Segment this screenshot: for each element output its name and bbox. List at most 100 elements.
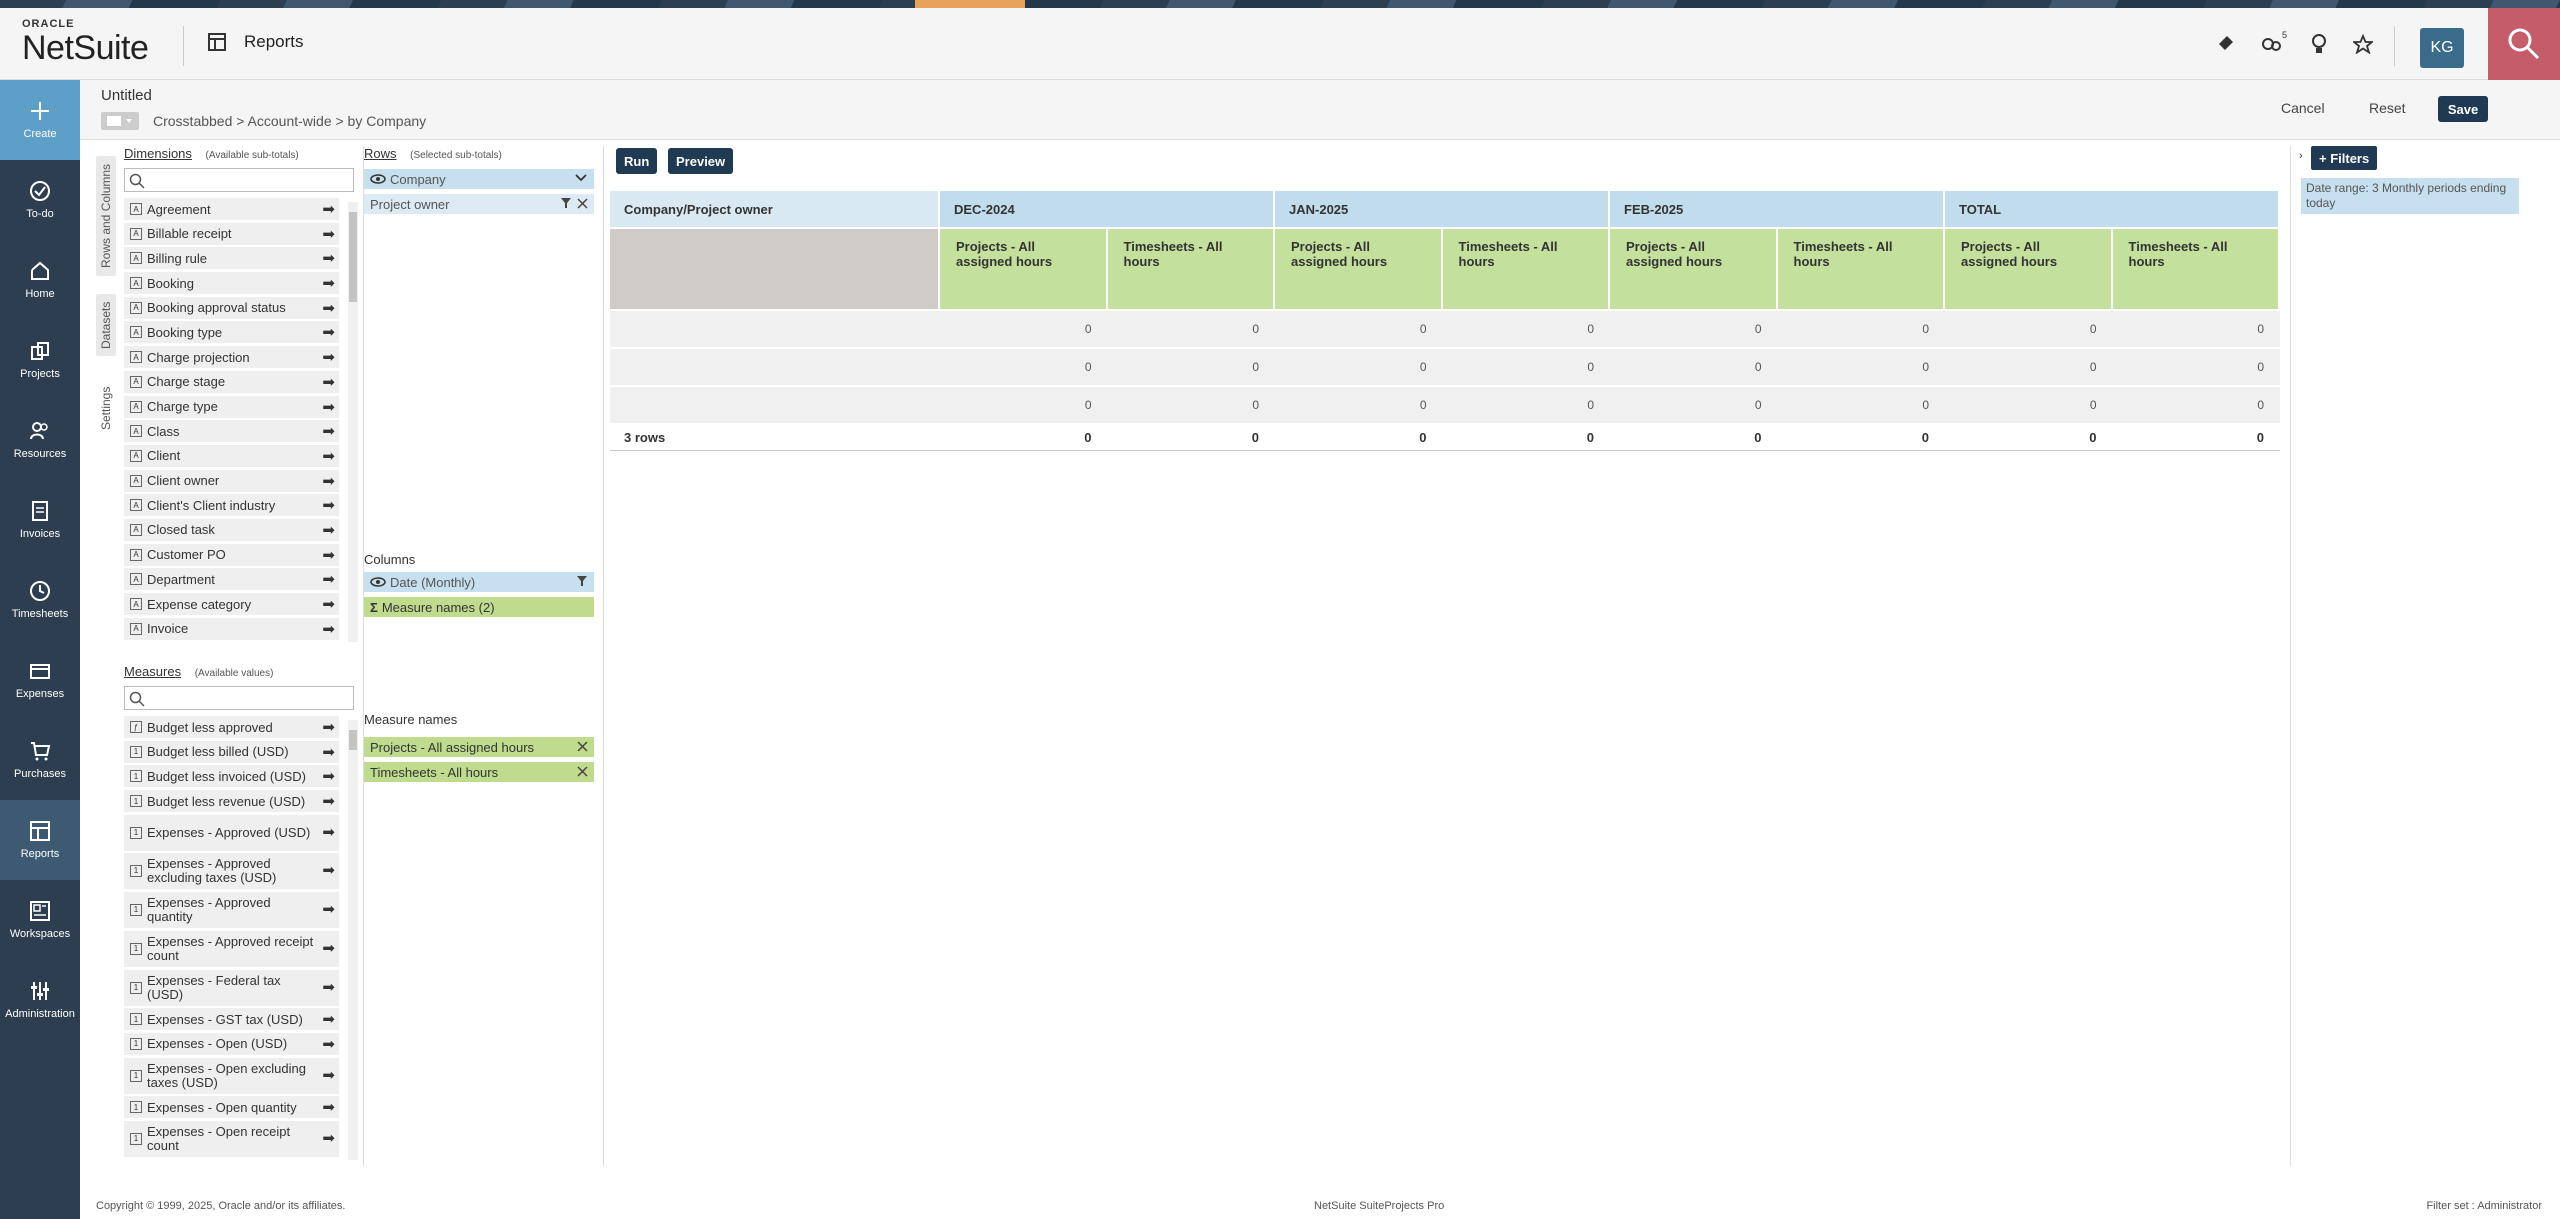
global-search-button[interactable] [2488, 8, 2560, 80]
arrow-right-icon[interactable]: ➡ [322, 373, 335, 391]
nav-projects[interactable]: Projects [0, 320, 80, 400]
nav-timesheets[interactable]: Timesheets [0, 560, 80, 640]
nav-resources[interactable]: Resources [0, 400, 80, 480]
arrow-right-icon[interactable]: ➡ [322, 1035, 335, 1053]
arrow-right-icon[interactable]: ➡ [322, 718, 335, 736]
arrow-right-icon[interactable]: ➡ [322, 472, 335, 490]
close-icon[interactable] [577, 196, 588, 212]
add-filters-button[interactable]: + Filters [2311, 146, 2378, 170]
measure-item[interactable]: 1 Budget less revenue (USD) ➡ [124, 790, 339, 813]
arrow-right-icon[interactable]: ➡ [322, 863, 335, 878]
measure-item[interactable]: 1 Budget less billed (USD) ➡ [124, 740, 339, 763]
tab-rows-and-columns[interactable]: Rows and Columns [96, 156, 116, 276]
arrow-right-icon[interactable]: ➡ [322, 1131, 335, 1146]
measure-item[interactable]: 1 Expenses - Approved receipt count ➡ [124, 930, 339, 967]
arrow-right-icon[interactable]: ➡ [322, 595, 335, 613]
arrow-right-icon[interactable]: ➡ [322, 570, 335, 588]
arrow-right-icon[interactable]: ➡ [322, 546, 335, 564]
arrow-right-icon[interactable]: ➡ [322, 496, 335, 514]
arrow-right-icon[interactable]: ➡ [322, 323, 335, 341]
arrow-right-icon[interactable]: ➡ [322, 980, 335, 995]
rocket-icon[interactable] [2213, 32, 2237, 56]
dimension-item[interactable]: A Invoice ➡ [124, 617, 339, 640]
dimension-item[interactable]: A Agreement ➡ [124, 198, 339, 220]
row-chip-company[interactable]: Company [364, 169, 594, 189]
dimension-item[interactable]: A Client owner ➡ [124, 469, 339, 492]
dimension-item[interactable]: A Customer PO ➡ [124, 543, 339, 566]
filter-icon[interactable] [576, 574, 588, 590]
dimension-item[interactable]: A Charge stage ➡ [124, 370, 339, 393]
close-icon[interactable] [577, 764, 588, 780]
dimension-item[interactable]: A Charge type ➡ [124, 395, 339, 418]
dimension-item[interactable]: A Booking ➡ [124, 272, 339, 295]
arrow-right-icon[interactable]: ➡ [322, 941, 335, 956]
row-chip-project-owner[interactable]: Project owner [364, 194, 594, 214]
dimension-item[interactable]: A Class ➡ [124, 420, 339, 443]
nav-reports[interactable]: Reports [0, 800, 80, 880]
arrow-right-icon[interactable]: ➡ [322, 274, 335, 292]
notifications-icon[interactable]: 5 [2257, 30, 2287, 56]
measure-item[interactable]: ƒ Budget less approved ➡ [124, 716, 339, 738]
column-chip-date[interactable]: Date (Monthly) [364, 572, 594, 592]
date-range-filter-chip[interactable]: Date range: 3 Monthly periods ending tod… [2301, 178, 2519, 214]
arrow-right-icon[interactable]: ➡ [322, 422, 335, 440]
arrow-right-icon[interactable]: ➡ [322, 792, 335, 810]
dimension-item[interactable]: A Closed task ➡ [124, 518, 339, 541]
cancel-button[interactable]: Cancel [2281, 100, 2325, 116]
measure-chip-timesheets[interactable]: Timesheets - All hours [364, 762, 594, 782]
dimensions-scrollbar[interactable] [348, 202, 358, 642]
arrow-right-icon[interactable]: ➡ [322, 521, 335, 539]
close-icon[interactable] [577, 739, 588, 755]
arrow-right-icon[interactable]: ➡ [322, 1068, 335, 1083]
lightbulb-icon[interactable] [2307, 32, 2331, 56]
measure-item[interactable]: 1 Expenses - Federal tax (USD) ➡ [124, 969, 339, 1006]
collapse-arrow-icon[interactable]: › [2299, 150, 2303, 162]
star-icon[interactable] [2351, 32, 2375, 56]
nav-purchases[interactable]: Purchases [0, 720, 80, 800]
column-chip-measure-names[interactable]: Σ Measure names (2) [364, 597, 594, 617]
netsuite-logo[interactable]: ORACLE NetSuite [22, 18, 149, 66]
dimension-item[interactable]: A Booking approval status ➡ [124, 296, 339, 319]
measures-scrollbar[interactable] [348, 720, 358, 1160]
measure-item[interactable]: 1 Expenses - Open quantity ➡ [124, 1096, 339, 1119]
nav-create[interactable]: Create [0, 80, 80, 160]
nav-expenses[interactable]: Expenses [0, 640, 80, 720]
arrow-right-icon[interactable]: ➡ [322, 348, 335, 366]
arrow-right-icon[interactable]: ➡ [322, 767, 335, 785]
dimension-item[interactable]: A Billable receipt ➡ [124, 222, 339, 245]
measure-item[interactable]: 1 Expenses - Approved excluding taxes (US… [124, 853, 339, 890]
nav-workspaces[interactable]: Workspaces [0, 880, 80, 960]
tab-settings[interactable]: Settings [96, 380, 116, 436]
arrow-right-icon[interactable]: ➡ [322, 299, 335, 317]
arrow-right-icon[interactable]: ➡ [322, 225, 335, 243]
reset-button[interactable]: Reset [2369, 100, 2406, 116]
arrow-right-icon[interactable]: ➡ [322, 1098, 335, 1116]
preview-button[interactable]: Preview [668, 148, 734, 174]
arrow-right-icon[interactable]: ➡ [322, 249, 335, 267]
nav-administration[interactable]: Administration [0, 960, 80, 1040]
chevron-down-icon[interactable] [574, 171, 588, 188]
measure-item[interactable]: 1 Expenses - GST tax (USD) ➡ [124, 1008, 339, 1031]
filter-icon[interactable] [560, 196, 572, 212]
dimension-item[interactable]: A Client's Client industry ➡ [124, 494, 339, 517]
measures-search-input[interactable] [124, 686, 354, 710]
run-button[interactable]: Run [616, 148, 658, 174]
nav-invoices[interactable]: Invoices [0, 480, 80, 560]
measure-item[interactable]: 1 Expenses - Open (USD) ➡ [124, 1032, 339, 1055]
measure-item[interactable]: 1 Expenses - Open excluding taxes (USD) ➡ [124, 1057, 339, 1094]
measure-item[interactable]: 1 Expenses - Approved (USD) ➡ [124, 814, 339, 851]
dimension-item[interactable]: A Billing rule ➡ [124, 247, 339, 270]
measure-item[interactable]: 1 Budget less invoiced (USD) ➡ [124, 765, 339, 788]
arrow-right-icon[interactable]: ➡ [322, 743, 335, 761]
arrow-right-icon[interactable]: ➡ [322, 447, 335, 465]
arrow-right-icon[interactable]: ➡ [322, 398, 335, 416]
dimensions-title[interactable]: Dimensions [124, 146, 192, 161]
dimension-item[interactable]: A Charge projection ➡ [124, 346, 339, 369]
nav-home[interactable]: Home [0, 240, 80, 320]
dimension-item[interactable]: A Client ➡ [124, 444, 339, 467]
dimension-item[interactable]: A Expense category ➡ [124, 593, 339, 615]
report-title[interactable]: Untitled [101, 87, 152, 104]
measure-item[interactable]: 1 Expenses - Approved quantity ➡ [124, 892, 339, 929]
measure-chip-projects[interactable]: Projects - All assigned hours [364, 737, 594, 757]
arrow-right-icon[interactable]: ➡ [322, 620, 335, 638]
